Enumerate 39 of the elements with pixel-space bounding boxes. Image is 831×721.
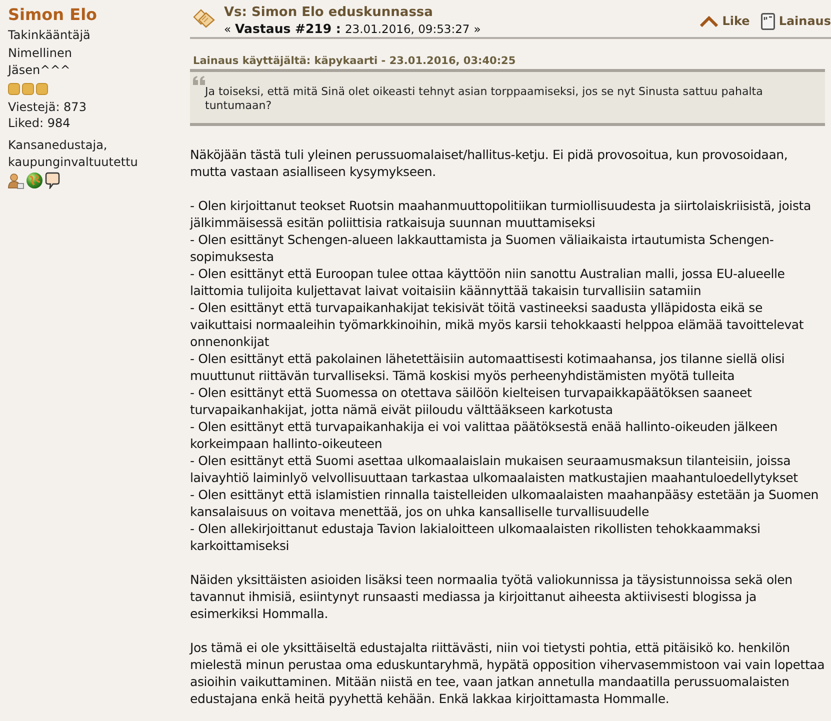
rank-badge-icon (8, 82, 20, 94)
quote-mark-icon (193, 76, 205, 85)
body-list-item: - Olen esittänyt että Suomi asettaa ulkomaalaislain mukaisen seuraamusmaksun tilanteisiin, joissa laivayhtiö laiminlyö velvollisuuttaan tarkastaa ulkomaalaisten matkustajien maahantuloedellytykset (190, 452, 799, 486)
like-count: Liked: 984 (8, 114, 70, 130)
body-list-item: - Olen esittänyt että pakolainen lähetettäisiin automaattisesti kotimaahansa, jos tilanne siellä olisi muuttunut riittävän turvalliseksi. Tämä koskisi myös perheenyhdistämisten myötä tulleita (190, 350, 786, 384)
body-list-item: - Olen esittänyt Schengen-alueen lakkauttamista ja Suomen väliaikaista irtautumista Schengen-sopimuksesta (190, 231, 775, 265)
post-date: 23.01.2016, 09:53:27 (344, 21, 470, 37)
member-title: Takinkääntäjä (8, 27, 90, 44)
body-list-item: - Olen allekirjoittanut edustaja Tavion lakialoitteen ulkomaalaisten rikollisten tehokkaammaksi karkoittamiseksi (190, 520, 762, 554)
body-list-item: - Olen esittänyt että Euroopan tulee ottaa käyttöön niin sanottu Australian malli, jossa EU-alueelle laittomia tulijoita kuljettavat laivat voitaisiin käännyttää takaisin turvallisiin satamiin (190, 265, 786, 299)
body-list-item: - Olen kirjoittanut teokset Ruotsin maahanmuuttopolitiikan turmiollisuudesta ja siirtolaiskriisistä, joista jälkimmäisessä esitän poliittisia ratkaisuja suunnan muuttamiseksi (190, 197, 812, 231)
member-title: Nimellinen (8, 44, 72, 62)
rank-badge-icon (36, 82, 48, 94)
reply-number: Vastaus #219 : (235, 21, 341, 37)
body-list-item: - Olen esittänyt että Suomessa on otettava säilöön kielteisen turvapaikkapäätöksen saaneet turvapaikanhakijat, jotta nämä eivät piiloudu välttääkseen karkotusta (190, 384, 753, 418)
globe-icon[interactable] (26, 172, 43, 188)
previous-post-link[interactable]: « (224, 21, 232, 37)
rank-badge-icon (22, 82, 34, 94)
body-paragraph: Näiden yksittäisten asioiden lisäksi teen normaalia työtä valiokunnissa ja täysistunnoissa sekä olen tavannut ihmisiä, esiintynyt runsaasti mediassa ja kirjoittanut aiheesta aktiivisesti blogissa ja esimerkiksi Hommalla. (190, 571, 794, 622)
post-count: Viestejä: 873 (8, 98, 86, 114)
next-post-link[interactable]: » (474, 21, 481, 37)
quote-link[interactable]: Lainaus (760, 12, 831, 30)
personal-text: Kansanedustaja, kaupunginvaltuutettu (8, 136, 139, 170)
body-list-item: - Olen esittänyt että turvapaikanhakijat tekisivät töitä vastineeksi saadusta ylläpidosta eikä se vaikuttaisi normaaleihin työmarkkinoihin, mikä myös karsii tehokkaasti helppoa elämää tavoittelevat onnenonkijat (190, 299, 805, 350)
caret-up-icon (700, 16, 718, 26)
quote-text: Ja toiseksi, että mitä Sinä olet oikeasti tehnyt asian torppaamiseksi, jos se nyt Sinusta sattuu pahalta tuntumaan? (204, 85, 764, 113)
body-paragraph: Näköjään tästä tuli yleinen perussuomalaiset/hallitus-ketju. Ei pidä provosoitua, kun provosoidaan, mutta vastaan asialliseen kysymykseen. (190, 146, 789, 180)
body-paragraph: Jos tämä ei ole yksittäiseltä edustajalta riittävästi, niin voi tietysti pohtia, että pitäisikö ko. henkilön mielestä minun perustaa oma eduskuntaryhmä, hypätä opposition vihervasemmistoon vai vain lopettaa asioihin vaikuttaminen. Mitään niistä en tee, vaan jatkan annetulla mandaatilla perussuomalaisten edustajana enkä heitä pyyhettä kehään. Enkä lakkaa kirjoittamasta Hommalle. (190, 639, 826, 707)
post-subject-link[interactable]: Vs: Simon Elo eduskunnassa (224, 4, 433, 21)
body-list-item: - Olen esittänyt että turvapaikanhakija ei voi valittaa päätöksestä enää hallinto-oikeuden jälkeen korkeimpaan hallinto-oikeuteen (190, 418, 778, 452)
body-list-item: - Olen esittänyt että islamistien rinnalla taistelleiden ulkomaalaisten maahanpääsy estetään ja Suomen kansalaisuus on voitava menettää, jos on uhka kansalliselle turvallisuudelle (190, 486, 820, 520)
speech-bubble-icon[interactable] (45, 172, 60, 188)
like-link[interactable]: Like (700, 12, 750, 30)
member-title: Jäsen^^^ (8, 62, 70, 79)
person-icon[interactable] (8, 172, 24, 188)
post-topic-icon (193, 8, 215, 28)
author-name-link[interactable]: Simon Elo (8, 5, 98, 25)
quote-header-link[interactable]: Lainaus käyttäjältä: käpykaarti - 23.01.2016, 03:40:25 (193, 54, 516, 68)
document-icon (760, 12, 775, 30)
